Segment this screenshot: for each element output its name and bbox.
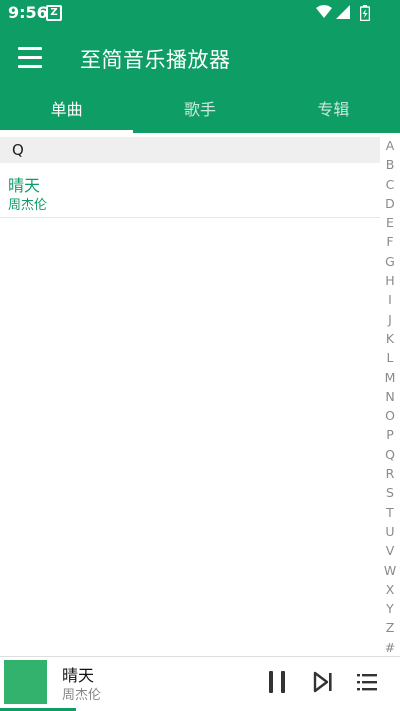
playlist-icon[interactable] <box>355 670 379 694</box>
index-letter[interactable]: S <box>380 483 400 502</box>
app-bar: 至简音乐播放器 <box>0 27 400 87</box>
tab-albums[interactable]: 专辑 <box>267 87 400 133</box>
pause-icon[interactable] <box>266 670 290 694</box>
index-letter[interactable]: U <box>380 522 400 541</box>
index-letter[interactable]: X <box>380 580 400 599</box>
app-title: 至简音乐播放器 <box>80 48 231 72</box>
index-letter[interactable]: D <box>380 194 400 213</box>
album-art[interactable] <box>4 660 47 704</box>
index-letter[interactable]: C <box>380 175 400 194</box>
alphabet-index-bar[interactable]: A B C D E F G H I J K L M N O P Q R S T U V W X Y Z # <box>380 136 400 656</box>
index-letter[interactable]: V <box>380 541 400 560</box>
index-letter[interactable]: T <box>380 503 400 522</box>
index-letter[interactable]: P <box>380 425 400 444</box>
mini-player[interactable]: 晴天 周杰伦 <box>0 656 400 711</box>
song-title: 晴天 <box>8 176 41 195</box>
index-letter[interactable]: # <box>380 638 400 657</box>
battery-charging-icon <box>360 5 370 21</box>
index-letter[interactable]: I <box>380 290 400 309</box>
list-item[interactable]: 晴天 周杰伦 <box>0 166 380 218</box>
player-artist: 周杰伦 <box>62 688 102 703</box>
index-letter[interactable]: O <box>380 406 400 425</box>
skip-next-icon[interactable] <box>311 670 335 694</box>
tab-bar: 单曲 歌手 专辑 <box>0 87 400 133</box>
index-letter[interactable]: F <box>380 232 400 251</box>
index-letter[interactable]: L <box>380 348 400 367</box>
cell-signal-icon <box>336 5 350 19</box>
song-artist: 周杰伦 <box>8 198 48 213</box>
tab-artists[interactable]: 歌手 <box>133 87 266 133</box>
index-letter[interactable]: W <box>380 561 400 580</box>
index-letter[interactable]: Y <box>380 599 400 618</box>
index-letter[interactable]: Z <box>380 618 400 637</box>
status-bar: 9:56 Z <box>0 0 400 27</box>
hamburger-menu-icon[interactable] <box>12 39 48 75</box>
index-letter[interactable]: K <box>380 329 400 348</box>
index-letter[interactable]: Q <box>380 445 400 464</box>
index-letter[interactable]: G <box>380 252 400 271</box>
section-header: Q <box>0 137 380 163</box>
z-notification-icon: Z <box>46 5 62 21</box>
index-letter[interactable]: R <box>380 464 400 483</box>
index-letter[interactable]: B <box>380 155 400 174</box>
wifi-icon <box>316 5 332 18</box>
index-letter[interactable]: M <box>380 368 400 387</box>
index-letter[interactable]: J <box>380 310 400 329</box>
index-letter[interactable]: H <box>380 271 400 290</box>
status-time: 9:56 <box>8 3 48 22</box>
player-song-title: 晴天 <box>62 666 95 685</box>
index-letter[interactable]: N <box>380 387 400 406</box>
index-letter[interactable]: E <box>380 213 400 232</box>
index-letter[interactable]: A <box>380 136 400 155</box>
tab-singles[interactable]: 单曲 <box>0 87 134 133</box>
